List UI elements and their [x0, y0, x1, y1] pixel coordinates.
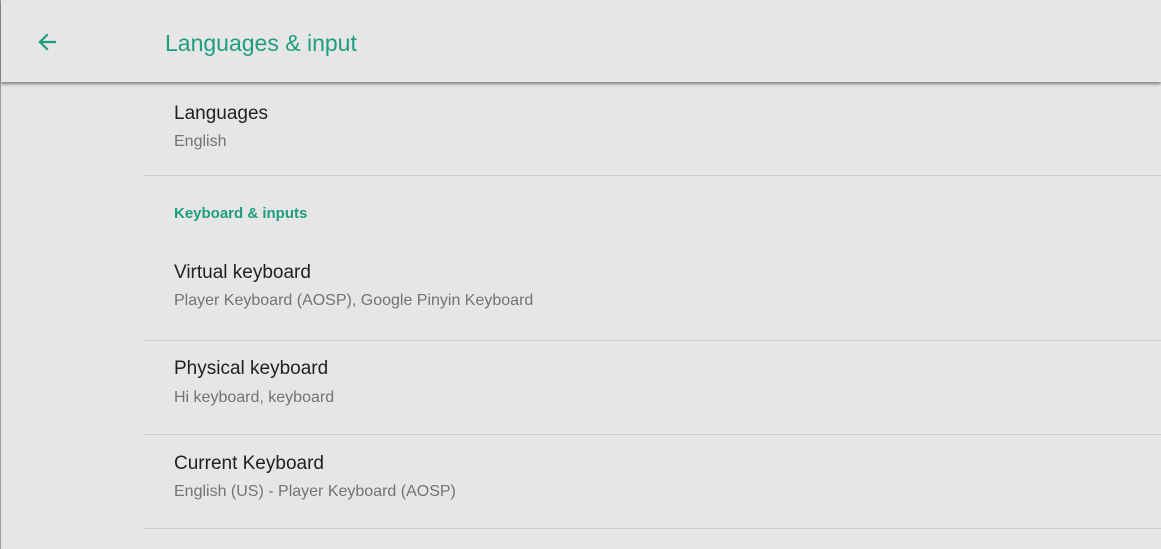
current-keyboard-title: Current Keyboard: [174, 453, 324, 474]
current-keyboard-summary: English (US) - Player Keyboard (AOSP): [174, 483, 456, 500]
languages-summary: English: [174, 133, 227, 150]
arrow-left-icon: [38, 33, 57, 51]
physical-keyboard-summary: Hi keyboard, keyboard: [174, 389, 335, 406]
settings-list: Languages English Keyboard & inputs Virt…: [143, 82, 1161, 529]
back-button[interactable]: [27, 22, 67, 62]
category-label: Keyboard & inputs: [174, 205, 308, 222]
languages-title: Languages: [174, 103, 269, 124]
languages-setting[interactable]: Languages English: [143, 82, 1161, 176]
physical-keyboard-setting[interactable]: Physical keyboard Hi keyboard, keyboard: [143, 341, 1161, 435]
virtual-keyboard-setting[interactable]: Virtual keyboard Player Keyboard (AOSP),…: [143, 247, 1161, 341]
current-keyboard-setting[interactable]: Current Keyboard English (US) - Player K…: [143, 435, 1161, 529]
page-title: Languages & input: [165, 30, 357, 56]
virtual-keyboard-title: Virtual keyboard: [174, 262, 311, 283]
keyboard-inputs-category: Keyboard & inputs: [143, 176, 1161, 247]
window-edge: [0, 0, 1, 549]
physical-keyboard-title: Physical keyboard: [174, 358, 329, 379]
app-bar: Languages & input: [1, 0, 1161, 82]
virtual-keyboard-summary: Player Keyboard (AOSP), Google Pinyin Ke…: [174, 292, 534, 309]
